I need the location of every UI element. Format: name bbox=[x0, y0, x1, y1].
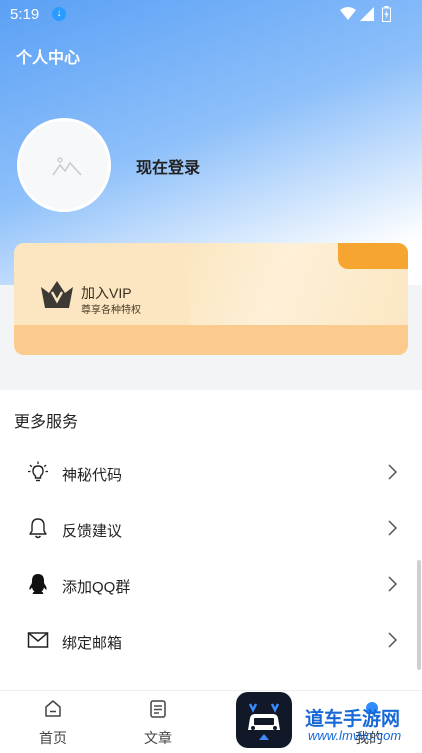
nav-item-home[interactable]: 首页 bbox=[13, 691, 93, 751]
menu-item-secret-code[interactable]: 神秘代码 bbox=[0, 445, 412, 501]
status-bar: 5:19 ↓ bbox=[0, 0, 422, 30]
menu-item-bind-email[interactable]: 绑定邮箱 bbox=[0, 613, 412, 669]
download-icon: ↓ bbox=[52, 7, 66, 21]
home-icon bbox=[45, 700, 61, 717]
avatar[interactable] bbox=[17, 118, 111, 212]
nav-label: 首页 bbox=[39, 730, 67, 746]
chevron-right-icon bbox=[388, 464, 397, 480]
vip-card-corner bbox=[338, 243, 408, 269]
page-title: 个人中心 bbox=[16, 50, 81, 67]
wifi-icon bbox=[340, 7, 356, 20]
lightbulb-icon bbox=[28, 461, 48, 482]
nav-item-articles[interactable]: 文章 bbox=[118, 691, 198, 751]
article-icon bbox=[150, 700, 166, 718]
scrollbar[interactable] bbox=[417, 560, 421, 670]
menu-label: 反馈建议 bbox=[62, 523, 123, 540]
chevron-right-icon bbox=[388, 632, 397, 648]
menu-label: 绑定邮箱 bbox=[62, 635, 123, 652]
more-services-title: 更多服务 bbox=[14, 414, 79, 431]
crown-icon bbox=[41, 281, 73, 308]
nav-label: 文章 bbox=[144, 730, 172, 746]
battery-icon bbox=[382, 6, 391, 22]
signal-icon bbox=[360, 7, 374, 21]
watermark-url: www.lmvvo.com bbox=[308, 728, 402, 743]
vip-subtitle: 尊享各种特权 bbox=[81, 305, 141, 316]
login-link[interactable]: 现在登录 bbox=[136, 154, 200, 178]
vip-title: 加入VIP bbox=[81, 285, 132, 301]
car-icon bbox=[248, 703, 280, 740]
vip-card[interactable]: 加入VIP 尊享各种特权 bbox=[14, 243, 408, 355]
bell-icon bbox=[29, 518, 47, 539]
chevron-right-icon bbox=[388, 576, 397, 592]
menu-label: 神秘代码 bbox=[62, 467, 123, 484]
menu-item-feedback[interactable]: 反馈建议 bbox=[0, 501, 412, 557]
watermark-logo bbox=[236, 692, 292, 748]
chevron-right-icon bbox=[388, 520, 397, 536]
menu-item-qq-group[interactable]: 添加QQ群 bbox=[0, 557, 412, 613]
watermark-text: 道车手游网 bbox=[305, 709, 401, 730]
image-placeholder-icon bbox=[52, 157, 82, 176]
mail-icon bbox=[27, 632, 49, 648]
menu-label: 添加QQ群 bbox=[62, 579, 131, 596]
vip-card-stripe bbox=[14, 325, 408, 355]
status-time: 5:19 bbox=[10, 6, 40, 23]
qq-penguin-icon bbox=[29, 574, 47, 594]
